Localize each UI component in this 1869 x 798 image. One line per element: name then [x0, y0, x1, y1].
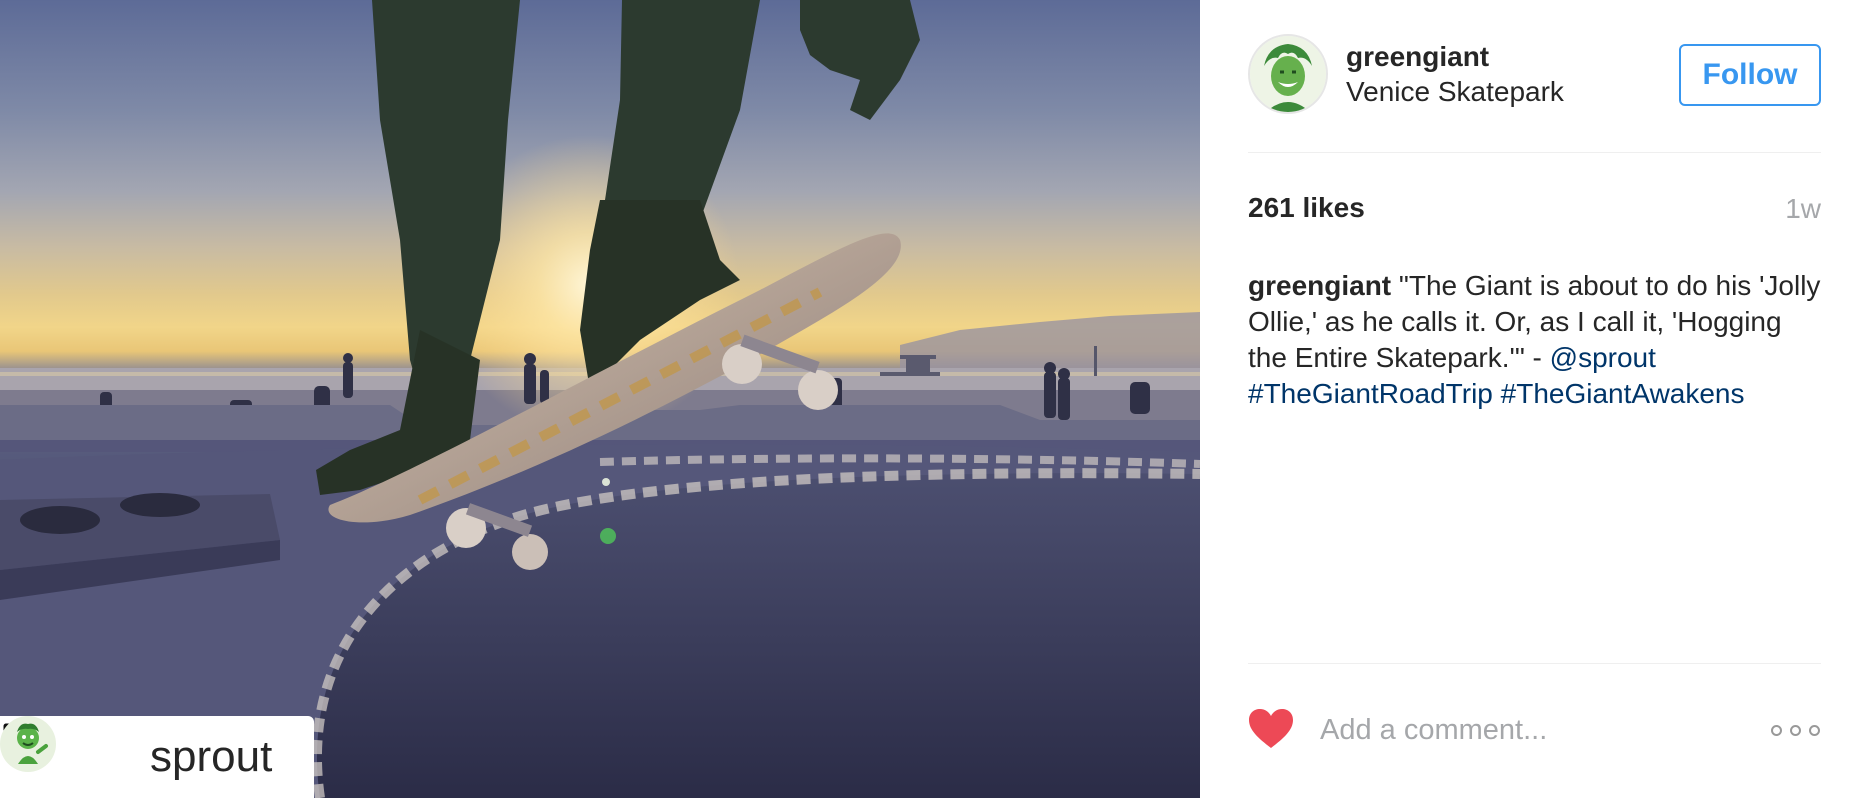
post-photo[interactable]: sprout	[0, 0, 1200, 798]
location[interactable]: Venice Skatepark	[1346, 74, 1564, 110]
post-caption: greengiant "The Giant is about to do his…	[1248, 268, 1828, 412]
hashtag-link[interactable]: #TheGiantRoadTrip	[1248, 378, 1493, 409]
greengiant-avatar[interactable]	[1248, 34, 1328, 114]
header-divider	[1248, 152, 1821, 153]
caption-mention[interactable]: @sprout	[1550, 342, 1656, 373]
repost-badge[interactable]: sprout	[0, 716, 314, 798]
post-timestamp[interactable]: 1w	[1785, 193, 1821, 225]
caption-username[interactable]: greengiant	[1248, 270, 1391, 301]
hashtag-link[interactable]: #TheGiantAwakens	[1501, 378, 1745, 409]
user-info: greengiant Venice Skatepark	[1346, 40, 1564, 110]
follow-button[interactable]: Follow	[1679, 44, 1821, 106]
comment-bar	[1248, 706, 1821, 756]
post-sidebar: greengiant Venice Skatepark Follow 261 l…	[1200, 0, 1869, 798]
likes-count[interactable]: 261 likes	[1248, 192, 1365, 224]
skatepark-scene	[0, 0, 1200, 798]
post-header: greengiant Venice Skatepark Follow	[1248, 34, 1821, 118]
more-options-icon[interactable]	[1771, 718, 1821, 742]
heart-icon[interactable]	[1248, 708, 1296, 752]
sprout-avatar[interactable]	[0, 716, 136, 785]
comment-input[interactable]	[1320, 706, 1750, 754]
username[interactable]: greengiant	[1346, 40, 1564, 74]
comments-divider	[1248, 663, 1821, 664]
repost-username[interactable]: sprout	[150, 732, 272, 782]
instagram-post: sprout greengiant Venice Skatepark Follo…	[0, 0, 1869, 798]
